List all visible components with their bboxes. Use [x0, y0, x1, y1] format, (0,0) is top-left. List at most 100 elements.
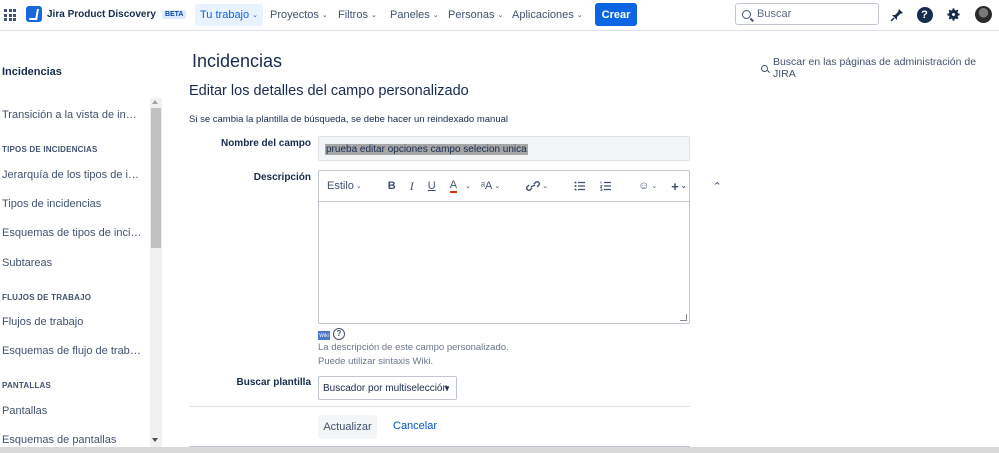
nav-personas[interactable]: Personas ⌄ [443, 4, 508, 26]
notifications-icon[interactable] [888, 6, 905, 23]
top-navigation: Jira Product Discovery BETA Tu trabajo ⌄ … [0, 0, 999, 31]
sidebar-item-subtareas[interactable]: Subtareas [2, 257, 142, 269]
user-avatar[interactable] [975, 6, 992, 23]
horizontal-scrollbar[interactable] [0, 447, 999, 453]
search-icon [742, 9, 751, 19]
link-icon [526, 181, 541, 191]
chevron-down-icon: ⌄ [465, 183, 471, 190]
description-label: Descripción [253, 172, 311, 183]
sidebar-heading-tipos: TIPOS DE INCIDENCIAS [2, 145, 98, 154]
chevron-down-icon: ⌄ [497, 12, 504, 19]
page-title: Incidencias [192, 51, 283, 71]
create-button[interactable]: Crear [595, 3, 637, 26]
underline-icon[interactable]: U [428, 180, 436, 192]
field-name-value: prueba editar opciones campo selecion un… [325, 144, 528, 155]
field-name-input[interactable]: prueba editar opciones campo selecion un… [318, 136, 690, 161]
sidebar-item-tipos[interactable]: Tipos de incidencias [2, 198, 142, 210]
nav-label: Filtros [338, 9, 368, 21]
chevron-down-icon: ⌄ [252, 12, 258, 19]
update-button[interactable]: Actualizar [318, 415, 377, 439]
search-icon [761, 64, 768, 72]
description-editor[interactable]: Estilo ⌄ B I U A ⌄ ᵃA ⌄ ⌄ ☺ ⌄ + ⌄ ⌃ [318, 170, 722, 324]
nav-label: Personas [448, 9, 495, 21]
form-divider [189, 406, 690, 407]
help-question-icon[interactable]: ? [333, 327, 345, 340]
sidebar-scroll-thumb[interactable] [151, 108, 161, 248]
text-size-icon: ᵃA [480, 180, 493, 192]
chevron-down-icon: ⌄ [576, 12, 583, 19]
chevron-down-icon: ⌄ [651, 183, 658, 190]
description-help-text: La descripción de este campo personaliza… [318, 342, 509, 353]
style-dropdown[interactable]: Estilo ⌄ [327, 180, 362, 192]
chevron-down-icon: ⌄ [432, 12, 439, 19]
admin-search-link[interactable]: Buscar en las páginas de administración … [761, 56, 999, 80]
insert-dropdown[interactable]: + ⌄ [671, 179, 686, 194]
settings-gear-icon[interactable] [945, 6, 962, 23]
link-dropdown[interactable]: ⌄ [526, 180, 548, 192]
admin-search-label: Buscar en las páginas de administración … [772, 56, 977, 80]
search-template-value: Buscador por multiselección [323, 382, 449, 394]
sidebar-item-esquemas-tipos[interactable]: Esquemas de tipos de incidencia [2, 227, 142, 239]
emoji-dropdown[interactable]: ☺ ⌄ [638, 180, 657, 192]
text-color-dropdown[interactable]: A ⌄ [449, 178, 471, 193]
sidebar-item-transicion[interactable]: Transición a la vista de incidencias [2, 109, 142, 121]
wiki-markup-icon[interactable]: Wiki [318, 331, 330, 340]
bold-icon[interactable]: B [388, 180, 396, 192]
italic-icon[interactable]: I [410, 179, 414, 194]
text-size-dropdown[interactable]: ᵃA ⌄ [481, 180, 500, 192]
plus-icon: + [671, 178, 679, 194]
collapse-toolbar-icon[interactable]: ⌃ [713, 180, 722, 193]
scroll-down-arrow-icon[interactable] [152, 438, 158, 442]
nav-label: Tu trabajo [200, 9, 250, 21]
editor-toolbar: Estilo ⌄ B I U A ⌄ ᵃA ⌄ ⌄ ☺ ⌄ + ⌄ ⌃ [319, 171, 722, 202]
jira-logo-icon [26, 6, 42, 22]
admin-sidebar: Incidencias Transición a la vista de inc… [0, 32, 164, 453]
resize-handle-icon[interactable] [680, 314, 687, 321]
wiki-syntax-help-text: Puede utilizar sintaxis Wiki. [318, 356, 434, 367]
sidebar-item-esquemas-flujo[interactable]: Esquemas de flujo de trabajo [2, 345, 142, 357]
global-search-input[interactable]: Buscar [735, 3, 879, 25]
reindex-notice: Si se cambia la plantilla de búsqueda, s… [189, 114, 508, 125]
app-switcher-icon[interactable] [4, 9, 16, 21]
sidebar-title: Incidencias [2, 66, 62, 78]
help-icon[interactable]: ? [916, 6, 933, 23]
nav-paneles[interactable]: Paneles ⌄ [385, 4, 444, 26]
cancel-link[interactable]: Cancelar [393, 420, 437, 432]
sidebar-heading-flujos: FLUJOS DE TRABAJO [2, 293, 92, 302]
nav-tu-trabajo[interactable]: Tu trabajo ⌄ [195, 4, 263, 26]
product-brand[interactable]: Jira Product Discovery BETA [26, 6, 187, 22]
search-placeholder: Buscar [757, 8, 792, 20]
sidebar-item-pantallas[interactable]: Pantallas [2, 405, 142, 417]
section-title: Editar los detalles del campo personaliz… [189, 83, 469, 99]
numbered-list-icon[interactable] [600, 181, 612, 191]
bullet-list-icon[interactable] [574, 181, 586, 191]
sidebar-item-jerarquia[interactable]: Jerarquía de los tipos de incidencia [2, 169, 142, 181]
beta-badge: BETA [161, 9, 187, 19]
scroll-up-arrow-icon[interactable] [152, 100, 158, 104]
field-name-label: Nombre del campo [220, 138, 311, 149]
sidebar-item-esquemas-pantallas[interactable]: Esquemas de pantallas [2, 434, 142, 446]
search-template-select[interactable]: Buscador por multiselección ▼ [318, 376, 457, 400]
chevron-down-icon: ⌄ [355, 183, 362, 190]
wiki-help-row: Wiki ? [318, 327, 345, 340]
nav-label: Paneles [390, 9, 430, 21]
text-color-icon: A [449, 178, 458, 193]
nav-label: Proyectos [270, 9, 319, 21]
chevron-down-icon: ⌄ [542, 183, 549, 190]
brand-name: Jira Product Discovery [47, 8, 156, 20]
chevron-down-icon: ⌄ [494, 183, 501, 190]
chevron-down-icon: ⌄ [680, 183, 687, 190]
nav-filtros[interactable]: Filtros ⌄ [333, 4, 382, 26]
style-label: Estilo [327, 180, 354, 192]
search-template-label: Buscar plantilla [236, 377, 311, 388]
sidebar-heading-pantallas: PANTALLAS [2, 381, 52, 390]
help-question-icon: ? [916, 6, 933, 23]
emoji-icon: ☺ [638, 180, 650, 192]
avatar-image [975, 6, 992, 23]
nav-proyectos[interactable]: Proyectos ⌄ [265, 4, 333, 26]
nav-aplicaciones[interactable]: Aplicaciones ⌄ [507, 4, 588, 26]
nav-label: Aplicaciones [512, 9, 574, 21]
chevron-down-icon: ⌄ [321, 12, 328, 19]
chevron-down-icon: ▼ [443, 383, 451, 393]
sidebar-item-flujos[interactable]: Flujos de trabajo [2, 316, 142, 328]
